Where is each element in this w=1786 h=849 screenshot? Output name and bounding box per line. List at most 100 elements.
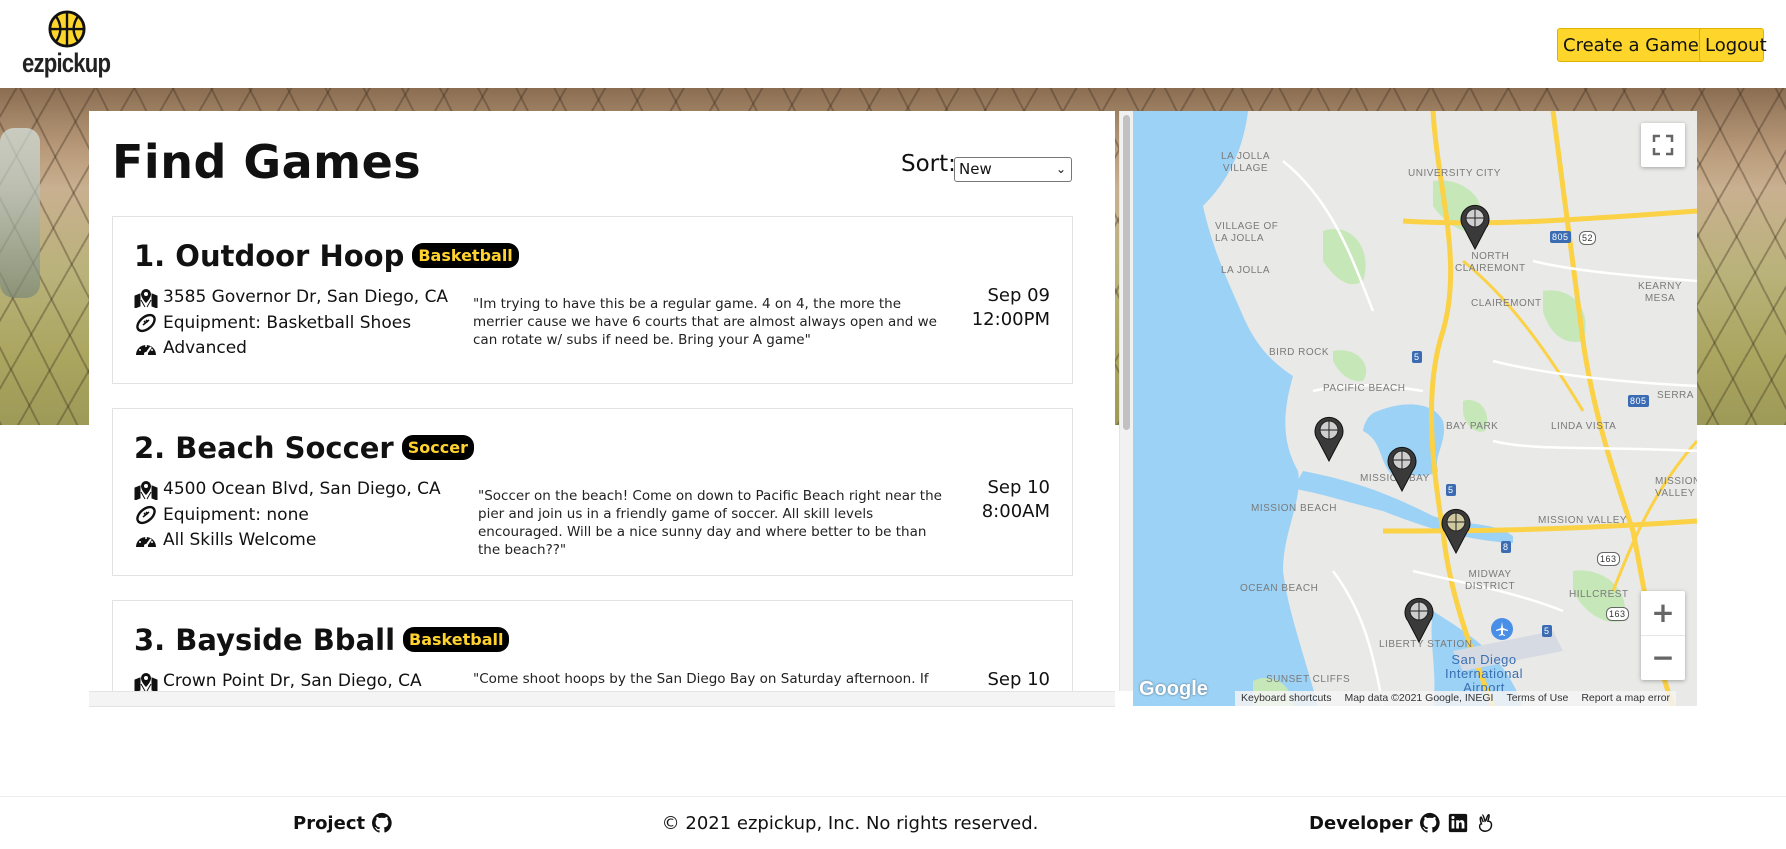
- address-row: 3585 Governor Dr, San Diego, CA: [134, 285, 448, 311]
- terms-of-use-link[interactable]: Terms of Use: [1506, 691, 1568, 706]
- sport-badge: Basketball: [412, 242, 519, 268]
- hero-player-figure: [0, 128, 40, 298]
- skill-row: Advanced: [134, 336, 448, 362]
- game-card[interactable]: 2. Beach Soccer Soccer 4500 Ocean Blvd, S…: [112, 408, 1073, 576]
- map-label-linda-vista: LINDA VISTA: [1551, 421, 1617, 432]
- equipment-row: Equipment: Basketball Shoes: [134, 311, 448, 337]
- google-logo: Google: [1139, 678, 1208, 700]
- logout-button[interactable]: Logout: [1699, 28, 1767, 62]
- header: ezpickup Create a Game Logout: [0, 0, 1786, 88]
- map-label-pacific-beach: PACIFIC BEACH: [1323, 383, 1406, 394]
- fullscreen-icon: [1652, 134, 1674, 156]
- map-label-bird-rock: BIRD ROCK: [1269, 347, 1330, 358]
- basketball-logo-icon: [48, 10, 86, 48]
- highway-shield: 8: [1501, 541, 1511, 553]
- developer-label: Developer: [1309, 812, 1413, 834]
- chevron-down-icon: ⌄: [1055, 162, 1066, 176]
- game-time: 12:00PM: [971, 309, 1050, 330]
- map-label-mission-valley: MISSION VALLEY: [1538, 515, 1628, 526]
- games-scroll-area[interactable]: Find Games Sort: New ⌄ 1. Outdoor Hoop Ba…: [89, 111, 1115, 691]
- map-label-village-of-la-jolla: VILLAGE OF LA JOLLA: [1215, 221, 1279, 244]
- map-location-icon: [134, 288, 158, 308]
- gauge-icon: [136, 536, 156, 548]
- game-datetime: Sep 10: [987, 668, 1050, 691]
- map-label-mission-beach: MISSION BEACH: [1251, 503, 1337, 514]
- angellist-icon[interactable]: [1475, 812, 1497, 834]
- game-title-row: 2. Beach Soccer Soccer: [134, 431, 474, 465]
- game-description: "Soccer on the beach! Come on down to Pa…: [478, 488, 942, 558]
- map-location-icon: [134, 672, 158, 691]
- map-pin-icon[interactable]: [1458, 202, 1492, 250]
- game-description: "Im trying to have this be a regular gam…: [473, 296, 937, 348]
- logo-text: ezpickup: [22, 48, 111, 78]
- highway-shield: 163: [1606, 607, 1629, 621]
- scrollbar-thumb[interactable]: [1123, 115, 1130, 430]
- game-info: Crown Point Dr, San Diego, CA: [134, 669, 422, 691]
- football-icon: [136, 314, 156, 333]
- equipment-row: Equipment: none: [134, 503, 441, 529]
- logo[interactable]: ezpickup: [22, 8, 112, 78]
- map-data-text: Map data ©2021 Google, INEGI: [1344, 692, 1494, 704]
- map-attribution: Keyboard shortcuts Map data ©2021 Google…: [1235, 691, 1677, 706]
- map-label-sunset-cliffs: SUNSET CLIFFS: [1266, 674, 1351, 685]
- highway-shield: 52: [1579, 231, 1597, 245]
- map-label-la-jolla-village: LA JOLLA VILLAGE: [1221, 151, 1271, 174]
- highway-shield: 163: [1597, 552, 1620, 566]
- game-title-row: 3. Bayside Bball Basketball: [134, 623, 510, 657]
- address-text: 4500 Ocean Blvd, San Diego, CA: [163, 479, 441, 499]
- highway-shield: 805: [1550, 231, 1571, 243]
- game-card[interactable]: 3. Bayside Bball Basketball Crown Point D…: [112, 600, 1073, 691]
- map-pin-icon[interactable]: [1385, 444, 1419, 492]
- address-row: Crown Point Dr, San Diego, CA: [134, 669, 422, 691]
- horizontal-scrollbar[interactable]: [89, 691, 1115, 706]
- skill-row: All Skills Welcome: [134, 528, 441, 554]
- game-title: 1. Outdoor Hoop: [134, 239, 405, 273]
- map-label-ocean-beach: OCEAN BEACH: [1240, 583, 1319, 594]
- report-map-error-link[interactable]: Report a map error: [1581, 691, 1670, 706]
- sport-badge: Soccer: [401, 434, 474, 460]
- map-pin-icon[interactable]: [1439, 506, 1473, 554]
- sort-select[interactable]: New ⌄: [954, 157, 1072, 182]
- game-info: 4500 Ocean Blvd, San Diego, CA Equipment…: [134, 477, 441, 554]
- address-text: 3585 Governor Dr, San Diego, CA: [163, 287, 449, 307]
- footer: Project © 2021 ezpickup, Inc. No rights …: [0, 796, 1786, 849]
- skill-text: All Skills Welcome: [163, 530, 317, 550]
- page-title: Find Games: [112, 135, 422, 189]
- equipment-text: Equipment: none: [163, 504, 309, 525]
- address-text: Crown Point Dr, San Diego, CA: [163, 671, 422, 691]
- fullscreen-button[interactable]: [1641, 123, 1685, 167]
- game-datetime: Sep 09 12:00PM: [972, 284, 1050, 332]
- highway-shield: 5: [1446, 484, 1456, 496]
- skill-text: Advanced: [163, 338, 247, 358]
- games-map[interactable]: LA JOLLA VILLAGE UNIVERSITY CITY VILLAGE…: [1133, 111, 1697, 706]
- zoom-in-button[interactable]: +: [1641, 591, 1685, 636]
- vertical-scrollbar[interactable]: [1119, 111, 1134, 691]
- map-label-midway-district: MIDWAY DISTRICT: [1465, 569, 1516, 592]
- map-label-university-city: UNIVERSITY CITY: [1408, 168, 1501, 179]
- map-label-mission-valley-east: MISSION VALLEY EAS: [1655, 476, 1697, 499]
- create-game-button[interactable]: Create a Game: [1557, 28, 1714, 62]
- game-date: Sep 10: [987, 669, 1050, 690]
- game-title-row: 1. Outdoor Hoop Basketball: [134, 239, 519, 273]
- game-date: Sep 10: [987, 477, 1050, 498]
- map-location-icon: [134, 480, 158, 500]
- game-info: 3585 Governor Dr, San Diego, CA Equipmen…: [134, 285, 448, 362]
- map-label-hillcrest: HILLCREST: [1569, 589, 1629, 600]
- highway-shield: 5: [1542, 625, 1552, 637]
- game-card[interactable]: 1. Outdoor Hoop Basketball 3585 Governor …: [112, 216, 1073, 384]
- github-icon[interactable]: [1419, 812, 1441, 834]
- game-title: 2. Beach Soccer: [134, 431, 394, 465]
- highway-shield: 5: [1412, 351, 1422, 363]
- highway-shield: 805: [1628, 395, 1649, 407]
- map-label-kearny-mesa: KEARNY MESA: [1637, 281, 1683, 304]
- map-label-airport: San Diego International Airport: [1445, 652, 1524, 695]
- linkedin-icon[interactable]: [1447, 812, 1469, 834]
- map-pin-icon[interactable]: [1402, 595, 1436, 643]
- zoom-out-button[interactable]: −: [1641, 636, 1685, 680]
- sort-selected-value: New: [959, 160, 992, 178]
- sport-badge: Basketball: [403, 626, 510, 652]
- zoom-controls: + −: [1641, 591, 1685, 680]
- map-pin-icon[interactable]: [1312, 414, 1346, 462]
- keyboard-shortcuts-link[interactable]: Keyboard shortcuts: [1241, 691, 1331, 706]
- game-title: 3. Bayside Bball: [134, 623, 396, 657]
